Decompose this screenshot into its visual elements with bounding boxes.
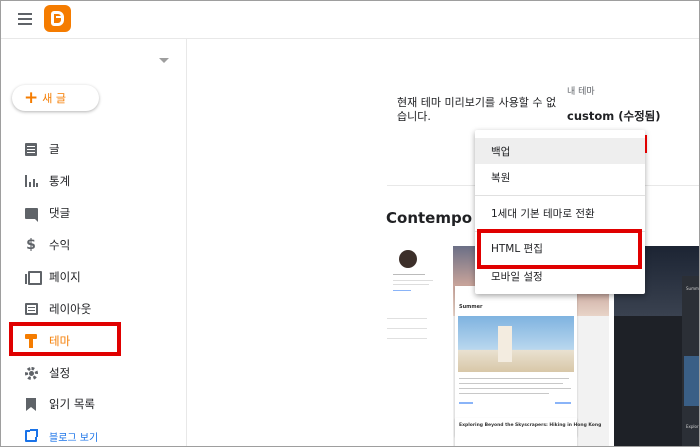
top-bar: [1, 1, 699, 39]
sidebar-item-label: 페이지: [49, 270, 81, 284]
menu-icon[interactable]: [18, 13, 32, 25]
sidebar-item-label: 댓글: [49, 206, 71, 220]
thumbnail-post-title: Summer: [459, 304, 483, 310]
view-blog-link[interactable]: 블로그 보기: [1, 421, 187, 446]
pages-icon: [23, 269, 42, 285]
blogger-logo-icon[interactable]: [44, 5, 71, 32]
menu-edge-mark: [645, 135, 647, 153]
sidebar-item-comments[interactable]: 댓글: [1, 198, 187, 228]
sidebar-item-earnings[interactable]: $ 수익: [1, 230, 187, 260]
new-post-button[interactable]: + 새 글: [12, 85, 99, 111]
thumbnail-sidebar: [387, 246, 453, 446]
comment-icon: [23, 205, 39, 222]
thumbnail-dark-title: Summ: [686, 286, 699, 291]
bookmark-icon: [23, 396, 39, 412]
thumbnail-post-card-2: Exploring Beyond the Skyscrapers: Hiking…: [455, 418, 601, 446]
sidebar-item-label: 수익: [49, 238, 71, 252]
view-blog-label: 블로그 보기: [49, 432, 99, 444]
sidebar-item-label: 레이아웃: [49, 302, 92, 316]
thumbnail-dark-image: [684, 356, 699, 406]
avatar: [399, 250, 417, 268]
layout-icon: [23, 301, 39, 317]
theme-options-menu: 백업 복원 1세대 기본 테마로 전환 HTML 편집 모바일 설정: [475, 130, 645, 294]
menu-item-revert-classic-theme[interactable]: 1세대 기본 테마로 전환: [475, 200, 645, 226]
theme-section-title: Contempo: [386, 209, 473, 227]
sidebar: + 새 글 글 통계 댓글 $ 수익 페이지 레이아웃 테마 설정 읽기 목록 …: [1, 39, 187, 446]
sidebar-item-stats[interactable]: 통계: [1, 166, 187, 196]
menu-item-restore[interactable]: 복원: [475, 164, 645, 190]
sidebar-item-settings[interactable]: 설정: [1, 358, 187, 388]
posts-icon: [23, 141, 39, 157]
open-in-new-icon: [23, 428, 39, 444]
sidebar-item-layout[interactable]: 레이아웃: [1, 294, 187, 324]
dollar-icon: $: [26, 237, 36, 253]
menu-divider: [475, 195, 645, 196]
menu-item-backup[interactable]: 백업: [475, 138, 645, 164]
thumbnail-post-card: Summer: [455, 286, 577, 436]
my-theme-label: 내 테마: [567, 87, 595, 97]
stats-icon: [23, 173, 39, 189]
preview-unavailable-message: 현재 테마 미리보기를 사용할 수 없습니다.: [397, 96, 557, 123]
blogger-window: + 새 글 글 통계 댓글 $ 수익 페이지 레이아웃 테마 설정 읽기 목록 …: [0, 0, 700, 447]
sidebar-item-label: 설정: [49, 366, 71, 380]
current-theme-name: custom (수정됨): [567, 109, 661, 123]
thumbnail-post-title-2: Exploring Beyond the Skyscrapers: Hiking…: [459, 423, 602, 428]
thumbnail-post-image: [458, 316, 574, 372]
gear-icon: [23, 365, 39, 381]
plus-icon: +: [24, 87, 39, 108]
sidebar-item-label: 글: [49, 142, 60, 156]
sidebar-item-label: 통계: [49, 174, 71, 188]
new-post-label: 새 글: [42, 92, 66, 105]
theme-highlight-box: [9, 322, 121, 356]
edit-html-highlight-box: [477, 229, 642, 269]
sidebar-item-posts[interactable]: 글: [1, 134, 187, 164]
sidebar-item-label: 읽기 목록: [49, 397, 95, 411]
blog-selector-chevron-down-icon[interactable]: [159, 58, 169, 63]
thumbnail-dark-title-2: Explori: [686, 424, 700, 429]
sidebar-item-reading-list[interactable]: 읽기 목록: [1, 389, 187, 419]
sidebar-item-pages[interactable]: 페이지: [1, 262, 187, 292]
